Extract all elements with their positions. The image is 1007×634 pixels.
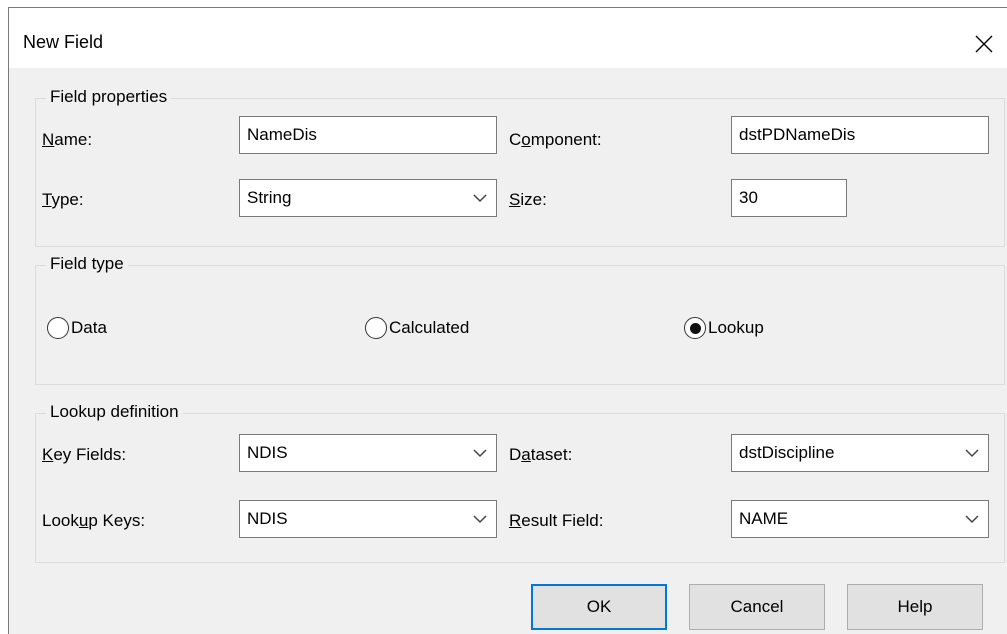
title-bar: New Field: [9, 8, 1007, 68]
radio-circle-selected: [684, 317, 706, 339]
field-type-legend: Field type: [46, 254, 128, 274]
component-label: Component:: [509, 130, 602, 149]
name-field[interactable]: [239, 116, 497, 154]
size-label: Size:: [509, 190, 547, 209]
help-button[interactable]: Help: [847, 584, 983, 630]
chevron-down-icon: [965, 515, 979, 524]
radio-circle: [47, 317, 69, 339]
cancel-button[interactable]: Cancel: [689, 584, 825, 630]
lookup-keys-combobox[interactable]: NDIS: [239, 500, 497, 538]
field-type-group: Field type: [35, 254, 1005, 385]
type-combobox[interactable]: String: [239, 179, 497, 217]
chevron-down-icon: [473, 449, 487, 458]
new-field-dialog: New Field Field properties Name: Compone…: [8, 7, 1007, 634]
field-properties-legend: Field properties: [46, 87, 172, 107]
key-fields-label: Key Fields:: [42, 445, 127, 464]
result-field-label: Result Field:: [509, 511, 604, 530]
result-field-value: NAME: [739, 509, 789, 528]
dialog-title: New Field: [23, 32, 104, 52]
type-label: Type:: [42, 190, 84, 209]
type-value: String: [247, 188, 292, 207]
radio-dot: [689, 322, 701, 334]
lookup-keys-label: Lookup Keys:: [42, 511, 146, 530]
key-fields-value: NDIS: [247, 443, 288, 462]
chevron-down-icon: [965, 449, 979, 458]
key-fields-combobox[interactable]: NDIS: [239, 434, 497, 472]
radio-lookup[interactable]: Lookup: [684, 317, 764, 339]
radio-data[interactable]: Data: [47, 317, 107, 339]
radio-calculated-label: Calculated: [389, 318, 470, 337]
radio-data-label: Data: [71, 318, 107, 337]
dataset-label: Dataset:: [509, 445, 573, 464]
component-field[interactable]: [731, 116, 989, 154]
dataset-value: dstDiscipline: [739, 443, 835, 462]
radio-lookup-label: Lookup: [708, 318, 764, 337]
size-field[interactable]: [731, 179, 847, 217]
dataset-combobox[interactable]: dstDiscipline: [731, 434, 989, 472]
close-icon[interactable]: [961, 22, 1007, 66]
radio-calculated[interactable]: Calculated: [365, 317, 469, 339]
lookup-keys-value: NDIS: [247, 509, 288, 528]
name-label: Name:: [42, 130, 93, 149]
radio-circle: [365, 317, 387, 339]
lookup-definition-legend: Lookup definition: [46, 402, 183, 422]
chevron-down-icon: [473, 515, 487, 524]
ok-button[interactable]: OK: [531, 584, 667, 630]
result-field-combobox[interactable]: NAME: [731, 500, 989, 538]
chevron-down-icon: [473, 194, 487, 203]
